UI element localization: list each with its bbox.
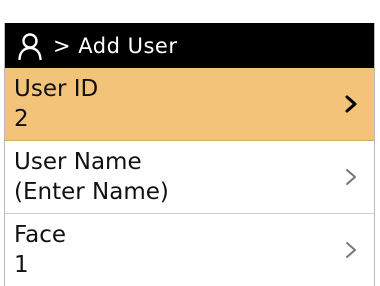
chevron-right-icon xyxy=(344,95,358,113)
page-header: > Add User xyxy=(5,23,374,68)
user-icon xyxy=(15,31,45,61)
chevron-right-icon xyxy=(344,241,358,259)
page-title: > Add User xyxy=(53,33,178,58)
menu-item-label: User ID xyxy=(14,76,99,102)
menu-item-value: (Enter Name) xyxy=(14,179,169,205)
menu-item-user-id[interactable]: User ID 2 xyxy=(5,68,374,141)
chevron-right-icon xyxy=(344,168,358,186)
menu-item-face[interactable]: Face 1 xyxy=(5,214,374,286)
menu-item-value: 2 xyxy=(14,106,29,132)
menu-item-label: User Name xyxy=(14,149,142,175)
device-screen: > Add User User ID 2 User Name (Enter Na… xyxy=(4,23,375,286)
menu-item-value: 1 xyxy=(14,252,29,278)
menu-item-label: Face xyxy=(14,222,67,248)
menu-item-user-name[interactable]: User Name (Enter Name) xyxy=(5,141,374,214)
